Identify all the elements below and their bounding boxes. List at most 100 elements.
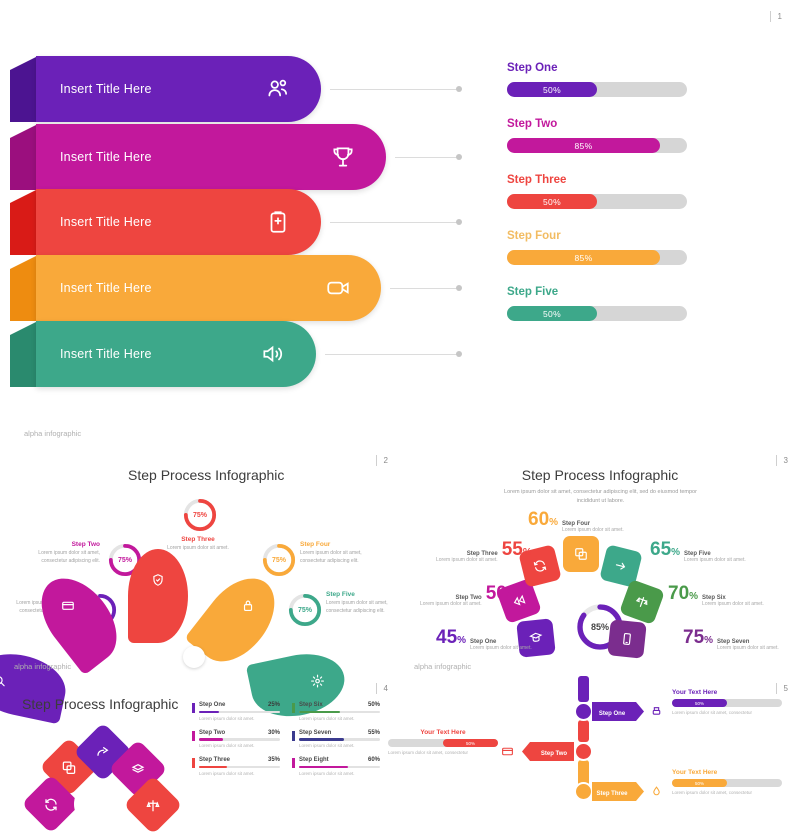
timeline-dot-1[interactable]	[574, 702, 593, 721]
row-desc: Lorem ipsum dolor sit amet.	[199, 743, 255, 748]
progress-track[interactable]: 50%	[507, 194, 687, 209]
trophy-icon	[330, 144, 356, 170]
row-track	[299, 710, 380, 713]
progress-fill: 50%	[507, 306, 597, 321]
connector-line	[330, 89, 458, 90]
page-number-2: 2	[375, 455, 388, 466]
scales-icon	[635, 596, 648, 607]
progress-value: 50%	[543, 84, 561, 95]
card-percent: 50%	[465, 740, 475, 746]
connector-dot	[456, 154, 462, 160]
page-number-divider	[375, 683, 377, 694]
fan-label-step-one: 45% Step One Lorem ipsum dolor sit amet.	[436, 627, 532, 651]
callout-desc: Lorem ipsum dolor sit amet, consectetur …	[38, 550, 100, 564]
page-number-value: 2	[383, 456, 388, 465]
ribbon-row[interactable]: Insert Title Here	[0, 255, 462, 321]
timeline-chevron-3[interactable]: Step Three	[592, 782, 644, 801]
page-number-value: 3	[783, 456, 788, 465]
connector-line	[330, 222, 458, 223]
list-item[interactable]: Step Six 50% Lorem ipsum dolor sit amet.	[292, 702, 380, 721]
list-item[interactable]: Step Seven 55% Lorem ipsum dolor sit ame…	[292, 730, 380, 748]
tile-step-four[interactable]	[563, 536, 599, 572]
ribbon-2[interactable]: Insert Title Here	[36, 124, 386, 190]
timeline-dot-2[interactable]	[574, 742, 593, 761]
progress-track[interactable]: 50%	[507, 82, 687, 97]
row-percent: 50%	[367, 702, 380, 708]
row-accent	[292, 730, 295, 741]
step-label: Step One	[507, 62, 558, 74]
connector-dot	[456, 219, 462, 225]
ribbon-4[interactable]: Insert Title Here	[36, 255, 381, 321]
ribbon-title: Insert Title Here	[60, 347, 152, 361]
list-item[interactable]: Step Three 35% Lorem ipsum dolor sit ame…	[192, 757, 280, 776]
ribbon-row[interactable]: Insert Title Here	[0, 189, 462, 255]
row-label: Step One	[199, 702, 226, 708]
row-fill	[299, 710, 340, 713]
slide-4-title: Step Process Infographic	[22, 696, 179, 712]
ribbon-fold-2	[10, 124, 38, 190]
timeline-label: Step Two	[541, 751, 568, 757]
fan-percent: 65	[650, 539, 672, 560]
fan-percent: 45	[436, 627, 458, 648]
fan-label-step-three: Step Three Lorem ipsum dolor sit amet. 5…	[436, 539, 532, 563]
callout-title: Step Four	[300, 541, 331, 548]
timeline-label: Step One	[599, 711, 626, 717]
diamond-cluster	[21, 722, 183, 835]
fan-desc: Lorem ipsum dolor sit amet.	[717, 645, 779, 651]
fan-percent: 75	[683, 627, 705, 648]
timeline-label: Step Three	[596, 791, 628, 797]
arrow-right-icon	[615, 562, 626, 570]
petal-step-two[interactable]	[26, 564, 132, 676]
progress-track[interactable]: 85%	[507, 138, 687, 153]
slide-3-title: Step Process Infographic	[521, 467, 679, 483]
row-track	[299, 738, 380, 741]
timeline-chevron-1[interactable]: Step One	[592, 702, 644, 721]
card-track[interactable]: 50%	[388, 739, 498, 747]
fan-label-step-seven: 75% Step Seven Lorem ipsum dolor sit ame…	[683, 627, 779, 651]
row-percent: 25%	[267, 702, 280, 708]
fan-percent: 60	[528, 509, 550, 530]
petal-step-three[interactable]	[128, 549, 188, 643]
shield-icon	[151, 573, 165, 587]
fan-desc: Lorem ipsum dolor sit amet.	[420, 601, 482, 607]
progress-fill: 50%	[507, 82, 597, 97]
row-fill	[299, 765, 348, 768]
callout-step-two: Step Two Lorem ipsum dolor sit amet, con…	[14, 541, 100, 566]
row-percent: 35%	[267, 757, 280, 763]
connector-dot	[456, 86, 462, 92]
list-item[interactable]: Step Eight 60% Lorem ipsum dolor sit ame…	[292, 757, 380, 776]
ribbon-5[interactable]: Insert Title Here	[36, 321, 316, 387]
footer-label: alpha infographic	[24, 429, 82, 438]
callout-desc: Lorem ipsum dolor sit amet, consectetur …	[300, 550, 362, 564]
fan-desc: Lorem ipsum dolor sit amet.	[470, 645, 532, 651]
list-item[interactable]: Step Two 30% Lorem ipsum dolor sit amet.	[192, 730, 280, 748]
card-desc: Lorem ipsum dolor sit amet, consectetur	[672, 710, 753, 715]
card-track[interactable]: 50%	[672, 699, 782, 707]
progress-track[interactable]: 50%	[507, 306, 687, 321]
progress-fill: 85%	[507, 250, 660, 265]
cluster-hub	[74, 781, 120, 827]
card-title: Your Text Here	[420, 729, 466, 736]
timeline-chevron-2[interactable]: Step Two	[522, 742, 574, 761]
printer-icon	[650, 705, 663, 718]
list-item[interactable]: Step One 25% Lorem ipsum dolor sit amet.	[192, 702, 280, 721]
card-icon	[61, 599, 75, 613]
ribbon-row[interactable]: Insert Title Here	[0, 124, 462, 190]
ribbon-3[interactable]: Insert Title Here	[36, 189, 321, 255]
tile-step-seven[interactable]	[607, 619, 647, 659]
card-percent: 50%	[694, 780, 704, 786]
progress-track[interactable]: 85%	[507, 250, 687, 265]
fan-percent: 55	[501, 539, 523, 560]
petal-hub	[183, 646, 205, 668]
card-track[interactable]: 50%	[672, 779, 782, 787]
ribbon-1[interactable]: Insert Title Here	[36, 56, 321, 122]
card-percent: 50%	[694, 700, 704, 706]
ribbon-row[interactable]: Insert Title Here	[0, 321, 462, 387]
slide-1: 1 Insert Title Here Insert Title Here In…	[0, 0, 800, 440]
ribbon-row[interactable]: Insert Title Here	[0, 56, 462, 122]
timeline-dot-3[interactable]	[574, 782, 593, 801]
page-number-value: 4	[383, 684, 388, 693]
row-accent	[192, 703, 195, 713]
footer-label: alpha infographic	[14, 662, 72, 671]
step-item: Step Three 50%	[507, 174, 692, 209]
